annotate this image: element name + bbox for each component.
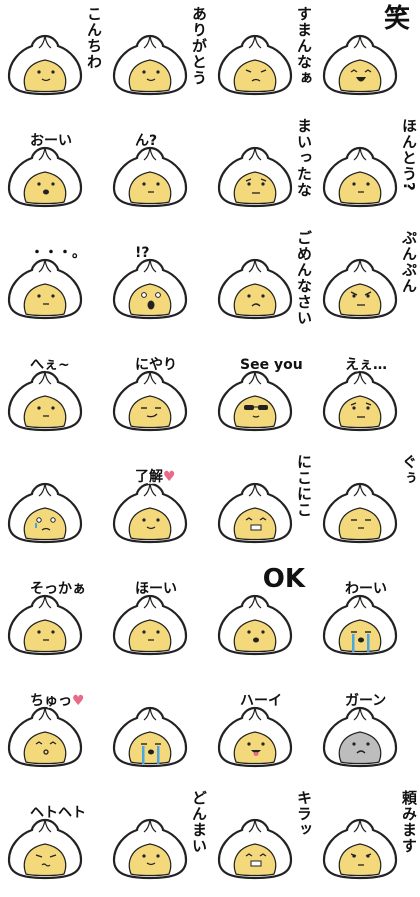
sticker-caption: 了解♥ bbox=[135, 469, 176, 485]
sticker-caption: えぇ… bbox=[345, 357, 387, 373]
sticker-9[interactable]: ・・・。 bbox=[0, 224, 105, 336]
bun-call-icon bbox=[6, 146, 84, 208]
sticker-31[interactable]: キラッ bbox=[210, 784, 315, 896]
sticker-caption: ちゅっ♥ bbox=[30, 693, 85, 709]
bun-silence-icon bbox=[6, 258, 84, 320]
sticker-30[interactable]: どんまい bbox=[105, 784, 210, 896]
sticker-caption: どんまい bbox=[190, 790, 208, 854]
sticker-22[interactable]: ほーい bbox=[105, 560, 210, 672]
bun-isee-icon bbox=[6, 594, 84, 656]
sticker-caption: 頼みます bbox=[400, 790, 418, 854]
sticker-caption: ガーン bbox=[345, 693, 387, 709]
sticker-26[interactable] bbox=[105, 672, 210, 784]
sticker-caption: にやり bbox=[135, 357, 177, 373]
sticker-20[interactable]: ぐぅ bbox=[315, 448, 420, 560]
bun-huh-icon bbox=[6, 370, 84, 432]
bun-please-icon bbox=[321, 818, 399, 880]
sticker-caption: ぷんぷん bbox=[400, 230, 418, 294]
sticker-caption: OK bbox=[262, 564, 305, 594]
heart-icon: ♥ bbox=[72, 693, 85, 709]
bun-sparkle-icon bbox=[216, 818, 294, 880]
sticker-23[interactable]: OK bbox=[210, 560, 315, 672]
sticker-caption: ・・・。 bbox=[30, 245, 86, 261]
bun-apology-icon bbox=[216, 258, 294, 320]
sticker-16[interactable]: えぇ… bbox=[315, 336, 420, 448]
bun-shocked-icon bbox=[321, 706, 399, 768]
bun-really-icon bbox=[321, 146, 399, 208]
bun-laugh-icon bbox=[321, 34, 399, 96]
bun-angry-icon bbox=[321, 258, 399, 320]
sticker-14[interactable]: にやり bbox=[105, 336, 210, 448]
sticker-caption: 笑 bbox=[383, 4, 410, 34]
sticker-caption: ほーい bbox=[135, 581, 177, 597]
bun-sleep-icon bbox=[321, 482, 399, 544]
sticker-3[interactable]: すまんなぁ bbox=[210, 0, 315, 112]
sticker-1[interactable]: こんちわ bbox=[0, 0, 105, 112]
sticker-caption: !? bbox=[135, 245, 150, 261]
bun-thanks-icon bbox=[111, 34, 189, 96]
sticker-caption: すまんなぁ bbox=[295, 6, 313, 86]
sticker-21[interactable]: そっかぁ bbox=[0, 560, 105, 672]
sticker-10[interactable]: !? bbox=[105, 224, 210, 336]
sticker-7[interactable]: まいったな bbox=[210, 112, 315, 224]
bun-seeyou-icon bbox=[216, 370, 294, 432]
sticker-caption: へぇ~ bbox=[30, 357, 70, 373]
sticker-13[interactable]: へぇ~ bbox=[0, 336, 105, 448]
bun-beaming-icon bbox=[216, 482, 294, 544]
sticker-11[interactable]: ごめんなさい bbox=[210, 224, 315, 336]
sticker-caption: ん? bbox=[135, 133, 158, 149]
sticker-caption: まいったな bbox=[295, 118, 313, 198]
bun-ok-icon bbox=[216, 594, 294, 656]
bun-hi-icon bbox=[216, 706, 294, 768]
sticker-caption: ほんとう? bbox=[400, 118, 418, 192]
sticker-27[interactable]: ハーイ bbox=[210, 672, 315, 784]
sticker-32[interactable]: 頼みます bbox=[315, 784, 420, 896]
bun-crying-icon bbox=[111, 706, 189, 768]
sticker-2[interactable]: ありがとう bbox=[105, 0, 210, 112]
sticker-caption: See you bbox=[240, 357, 303, 373]
bun-smirk-icon bbox=[111, 370, 189, 432]
sticker-caption: キラッ bbox=[295, 790, 313, 838]
sticker-caption: ぐぅ bbox=[400, 454, 418, 486]
bun-sorry-icon bbox=[216, 34, 294, 96]
sticker-17[interactable] bbox=[0, 448, 105, 560]
sticker-caption: おーい bbox=[30, 133, 72, 149]
sticker-caption: ハーイ bbox=[240, 693, 282, 709]
bun-okay-icon bbox=[111, 594, 189, 656]
bun-tired-icon bbox=[6, 818, 84, 880]
bun-stumped-icon bbox=[216, 146, 294, 208]
bun-dontmind-icon bbox=[111, 818, 189, 880]
sticker-caption: ヘトヘト bbox=[30, 805, 86, 821]
bun-roger-icon bbox=[111, 482, 189, 544]
heart-icon: ♥ bbox=[163, 469, 176, 485]
sticker-28[interactable]: ガーン bbox=[315, 672, 420, 784]
bun-scared-icon bbox=[6, 482, 84, 544]
sticker-24[interactable]: わーい bbox=[315, 560, 420, 672]
sticker-caption: わーい bbox=[345, 581, 387, 597]
sticker-19[interactable]: にこにこ bbox=[210, 448, 315, 560]
sticker-caption: ありがとう bbox=[190, 6, 208, 86]
sticker-caption: にこにこ bbox=[295, 454, 313, 518]
sticker-6[interactable]: ん? bbox=[105, 112, 210, 224]
sticker-12[interactable]: ぷんぷん bbox=[315, 224, 420, 336]
sticker-grid: こんちわ ありがとう すまんなぁ 笑 おーい ん? まいったな ほんとう? ・・… bbox=[0, 0, 420, 897]
sticker-15[interactable]: See you bbox=[210, 336, 315, 448]
bun-kiss-icon bbox=[6, 706, 84, 768]
sticker-caption: そっかぁ bbox=[30, 581, 86, 597]
bun-question-icon bbox=[111, 146, 189, 208]
sticker-29[interactable]: ヘトヘト bbox=[0, 784, 105, 896]
sticker-5[interactable]: おーい bbox=[0, 112, 105, 224]
sticker-4[interactable]: 笑 bbox=[315, 0, 420, 112]
sticker-caption: こんちわ bbox=[85, 6, 103, 70]
bun-yay-icon bbox=[321, 594, 399, 656]
sticker-8[interactable]: ほんとう? bbox=[315, 112, 420, 224]
sticker-25[interactable]: ちゅっ♥ bbox=[0, 672, 105, 784]
bun-hello-icon bbox=[6, 34, 84, 96]
bun-surprise-icon bbox=[111, 258, 189, 320]
sticker-18[interactable]: 了解♥ bbox=[105, 448, 210, 560]
bun-eh-icon bbox=[321, 370, 399, 432]
sticker-caption: ごめんなさい bbox=[295, 230, 313, 326]
